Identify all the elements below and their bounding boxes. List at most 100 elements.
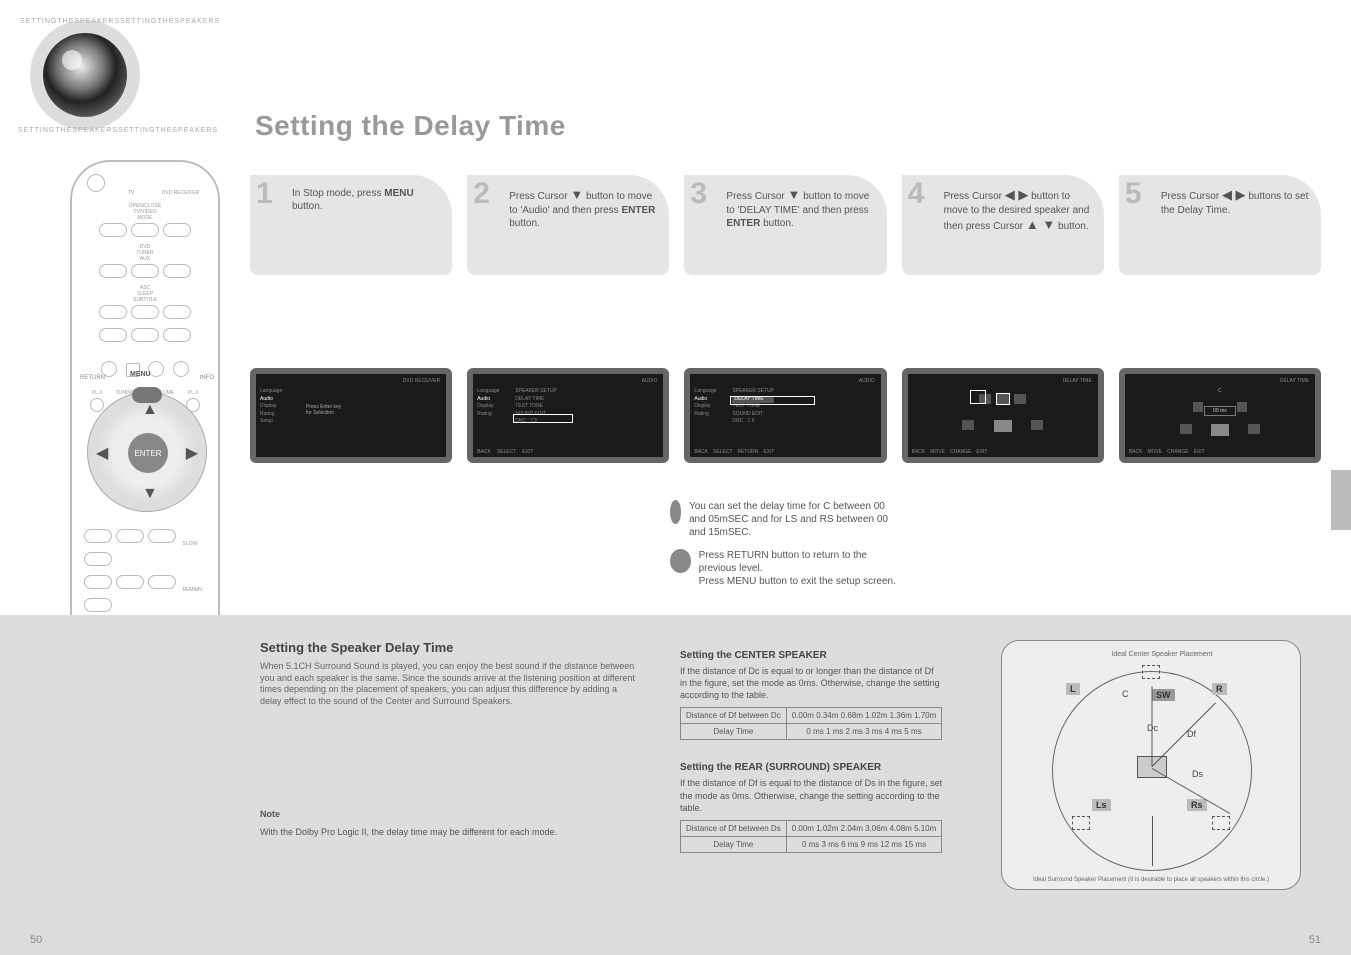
ct-v5: 5 ms <box>904 727 921 736</box>
s2-rating: Rating <box>477 411 499 419</box>
center-head: Setting the CENTER SPEAKER <box>680 650 942 661</box>
rt-v3: 9 ms <box>861 840 878 849</box>
s2-audio: Audio <box>477 396 499 404</box>
step-5: 5 Press Cursor ◀ ▶ buttons to set the De… <box>1119 175 1321 275</box>
menu-display: Display <box>260 403 282 411</box>
screen-4-delay-layout: DELAY TIME BACK MOVECHANGE EXIT <box>902 368 1104 463</box>
cursor-leftright-icon: ◀ ▶ <box>1222 187 1246 202</box>
screen-5-delay-value: DELAY TIME C 00 ms BACK MOVECHANGE EXIT <box>1119 368 1321 463</box>
label-C: C <box>1122 689 1129 699</box>
remote-nav-pad: RETURN MENU INFO ▲ ▼ ◀ ▶ ENTER <box>87 392 207 512</box>
ct-v4: 4 ms <box>885 727 902 736</box>
nav-back: BACK <box>1129 449 1143 455</box>
bullet-icon <box>670 500 681 524</box>
bullet-icon <box>670 549 691 573</box>
step-5-text-a: Press Cursor <box>1161 191 1222 202</box>
dist-Dc: Dc <box>1147 723 1158 733</box>
rt-v4: 12 ms <box>880 840 902 849</box>
cursor-leftright-icon: ◀ ▶ <box>1005 187 1029 202</box>
ct-c3: 1.02m <box>865 711 887 720</box>
center-delay-table: Distance of Df between Dc 0.00m 0.34m 0.… <box>680 707 942 740</box>
rt-c4: 4.08m <box>890 824 912 833</box>
page-number-right: 51 <box>1309 934 1321 946</box>
menu-audio-selected: Audio <box>260 396 282 404</box>
step-1-menu: MENU <box>384 188 413 199</box>
s3-lang: Language <box>694 388 716 396</box>
side-tab <box>1331 470 1351 530</box>
screen1-line2: for Selection <box>306 410 341 416</box>
s3-rating: Rating <box>694 411 716 419</box>
dist-Ds: Ds <box>1192 769 1203 779</box>
remote-lbl-info: INFO <box>200 375 214 381</box>
label-Ls: Ls <box>1092 799 1111 811</box>
rear-delay-table: Distance of Df between Ds 0.00m 1.02m 2.… <box>680 820 942 853</box>
remote-enter-button: ENTER <box>128 433 168 473</box>
arrow-down-icon: ▼ <box>142 485 158 503</box>
menu-language: Language <box>260 388 282 396</box>
diagram-sub: Ideal Surround Speaker Placement (It is … <box>1032 877 1270 883</box>
ct-c5: 1.70m <box>914 711 936 720</box>
s2-testtone: TEST TONE <box>515 403 557 411</box>
step-2-text-a: Press Cursor <box>509 191 570 202</box>
nav-return: RETURN <box>737 449 758 455</box>
step-1-text-a: In Stop mode, press <box>292 188 382 199</box>
arrow-up-icon: ▲ <box>142 401 158 419</box>
ct-v2: 2 ms <box>846 727 863 736</box>
remote-lbl-tv: TV <box>111 190 151 196</box>
step-3-number: 3 <box>690 177 707 211</box>
speaker-placement-diagram: L R C SW Ls Rs Dc Df Ds Ideal Center Spe… <box>1001 640 1301 890</box>
s2-lang: Language <box>477 388 499 396</box>
rt-v0: 0 ms <box>802 840 819 849</box>
nav-select: SELECT <box>497 449 516 455</box>
s5-ms-value: 00 ms <box>1204 406 1236 416</box>
cursor-down-icon: ▼ <box>570 187 583 202</box>
bottom-section: Setting the Speaker Delay Time When 5.1C… <box>0 615 1351 955</box>
step-1: 1 In Stop mode, press MENU button. <box>250 175 452 275</box>
step-1-text-c: button. <box>292 201 323 212</box>
step-4-number: 4 <box>908 177 925 211</box>
lens-arc-text-bottom: SETTINGTHESPEAKERSSETTINGTHESPEAKERS <box>18 127 218 134</box>
nav-back: BACK <box>694 449 708 455</box>
nav-select: SELECT <box>713 449 732 455</box>
remote-lbl-slow: SLOW <box>182 541 197 547</box>
s3-soundedit: SOUND EDIT <box>732 411 774 419</box>
note-head: Note <box>260 809 280 819</box>
rt-c2: 2.04m <box>841 824 863 833</box>
rt-v2: 6 ms <box>841 840 858 849</box>
s5-title: DELAY TIME <box>1280 378 1309 384</box>
ct-r2: Delay Time <box>681 724 787 740</box>
nav-exit: EXIT <box>522 449 533 455</box>
remote-upper-buttons: TV DVD RECEIVER OPEN/CLOSE TV/VIDEO MODE… <box>82 172 208 382</box>
s2-delay: DELAY TIME <box>515 396 557 404</box>
rear-para: If the distance of Df is equal to the di… <box>680 777 942 813</box>
ct-c4: 1.36m <box>890 711 912 720</box>
ct-r1: Distance of Df between Dc <box>681 708 787 724</box>
lens-arc-text-top: SETTINGTHESPEAKERSSETTINGTHESPEAKERS <box>20 18 220 25</box>
ct-c1: 0.34m <box>816 711 838 720</box>
s3-drc: DRC : 7.5 <box>732 418 774 426</box>
screens-row: DVD RECEIVER Language Audio Display Rati… <box>250 368 1321 463</box>
step-2-text-d: button. <box>509 218 540 229</box>
step-3-enter: ENTER <box>726 218 760 229</box>
screen-1-main-menu: DVD RECEIVER Language Audio Display Rati… <box>250 368 452 463</box>
rt-c1: 1.02m <box>816 824 838 833</box>
steps-row: 1 In Stop mode, press MENU button. 2 Pre… <box>250 175 1321 275</box>
s3-display: Display <box>694 403 716 411</box>
label-L: L <box>1066 683 1080 695</box>
center-para: If the distance of Dc is equal to or lon… <box>680 665 942 701</box>
s3-highlight <box>730 396 815 405</box>
bullet-text-c: Press MENU button to exit the setup scre… <box>699 575 900 588</box>
step-4: 4 Press Cursor ◀ ▶ button to move to the… <box>902 175 1104 275</box>
step-5-number: 5 <box>1125 177 1142 211</box>
s3-audio: Audio <box>694 396 716 404</box>
menu-setup: Setup <box>260 418 282 426</box>
screen1-title: DVD RECEIVER <box>403 378 441 384</box>
step-4-text-c: button. <box>1058 221 1089 232</box>
cursor-updown-icon: ▲ ▼ <box>1026 217 1055 232</box>
label-Rs: Rs <box>1187 799 1207 811</box>
menu-rating: Rating <box>260 411 282 419</box>
nav-exit: EXIT <box>976 449 987 455</box>
s5-C: C <box>1218 388 1222 394</box>
rt-r1: Distance of Df between Ds <box>681 820 787 836</box>
step-2-enter: ENTER <box>621 205 655 216</box>
